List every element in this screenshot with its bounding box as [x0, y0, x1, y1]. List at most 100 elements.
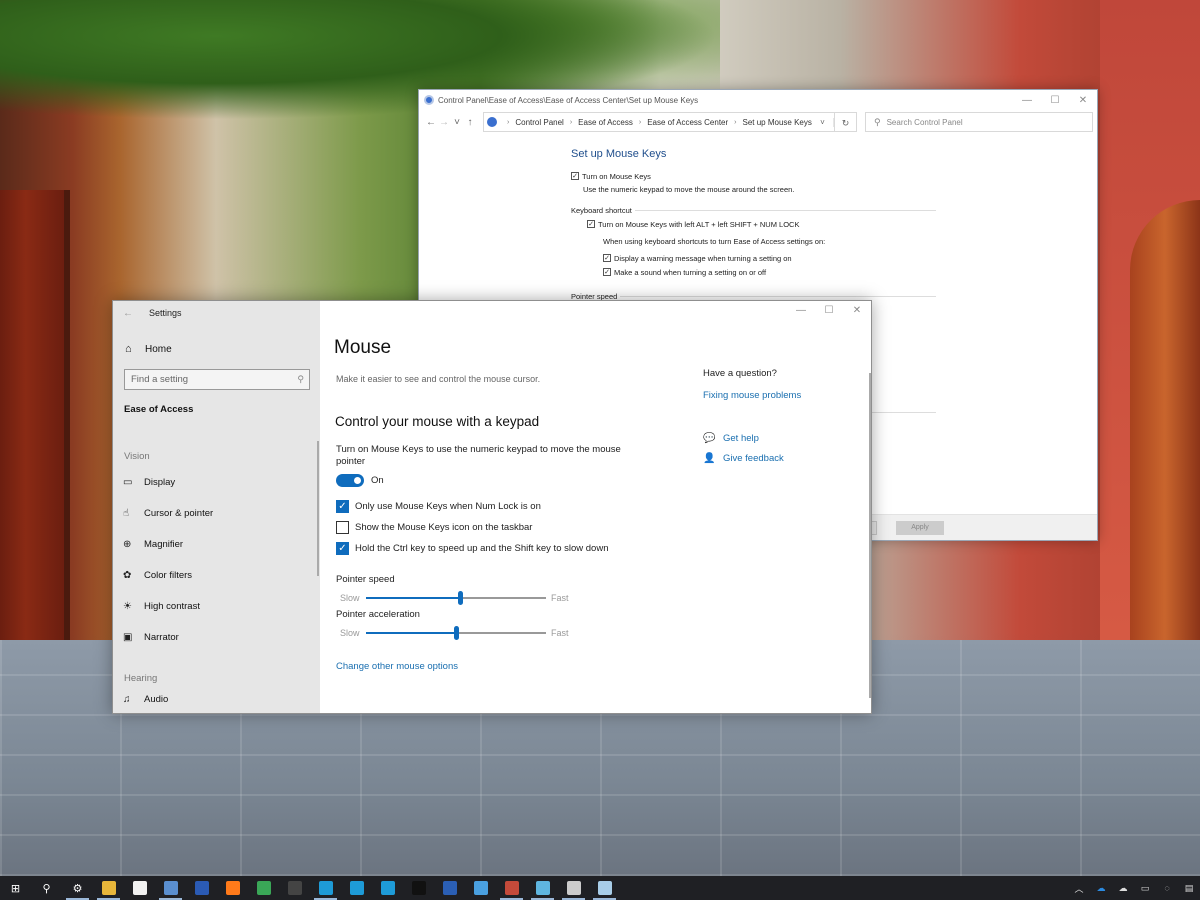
checkbox-box: ✓: [336, 542, 349, 555]
onedrive-personal-icon[interactable]: ☁: [1112, 883, 1134, 894]
control-panel-search-input[interactable]: ⚲ Search Control Panel: [865, 112, 1093, 132]
minimize-button[interactable]: —: [1013, 95, 1041, 106]
minimize-button[interactable]: —: [787, 301, 815, 321]
sidebar-scrollbar[interactable]: [317, 441, 319, 576]
make-sound-checkbox[interactable]: ✓ Make a sound when turning a setting on…: [603, 265, 936, 279]
sidebar-item-high-contrast[interactable]: ☀ High contrast: [113, 591, 320, 622]
home-icon: ⌂: [125, 343, 132, 355]
breadcrumb-ease-of-access-center[interactable]: Ease of Access Center: [647, 118, 728, 127]
pointer-speed-slider[interactable]: Slow Fast: [340, 591, 572, 605]
edge-dev-icon[interactable]: [372, 876, 403, 900]
mouse-keys-toggle[interactable]: [336, 474, 364, 487]
pointer-acceleration-slider[interactable]: Slow Fast: [340, 626, 572, 640]
up-arrow-icon[interactable]: ↑: [464, 117, 476, 128]
breadcrumb-ease-of-access[interactable]: Ease of Access: [578, 118, 633, 127]
chrome-icon[interactable]: [248, 876, 279, 900]
pointer-speed-label: Pointer speed: [336, 574, 395, 585]
toggle-knob: [354, 477, 361, 484]
photos-icon[interactable]: [155, 876, 186, 900]
page-title: Mouse: [334, 337, 392, 358]
command-prompt-icon[interactable]: [403, 876, 434, 900]
sidebar-item-magnifier[interactable]: ⊕ Magnifier: [113, 529, 320, 560]
sidebar-item-cursor-pointer[interactable]: ☝ Cursor & pointer: [113, 498, 320, 529]
find-setting-input[interactable]: Find a setting ⚲: [124, 369, 310, 390]
edge-beta-icon[interactable]: [341, 876, 372, 900]
cursor-pointer-icon: ☝: [123, 508, 130, 519]
control-panel-icon[interactable]: [496, 876, 527, 900]
display-warning-checkbox[interactable]: ✓ Display a warning message when turning…: [603, 251, 936, 265]
sidebar-item-home[interactable]: ⌂ Home: [113, 337, 320, 361]
sidebar-item-narrator[interactable]: ▣ Narrator: [113, 622, 320, 653]
turn-on-mouse-keys-checkbox[interactable]: ✓ Turn on Mouse Keys: [571, 169, 936, 183]
settings-titlebar: ← Settings: [113, 301, 320, 325]
printer-icon[interactable]: [558, 876, 589, 900]
network-icon[interactable]: ▭: [1134, 883, 1156, 894]
search-icon[interactable]: ⚲: [31, 876, 62, 900]
maximize-button[interactable]: ☐: [1041, 95, 1069, 106]
close-button[interactable]: ✕: [1069, 95, 1097, 106]
file-explorer-glyph: [101, 881, 116, 895]
show-taskbar-icon-checkbox[interactable]: Show the Mouse Keys icon on the taskbar: [336, 521, 532, 534]
address-bar[interactable]: › Control Panel › Ease of Access › Ease …: [483, 112, 835, 132]
checkbox-label: Hold the Ctrl key to speed up and the Sh…: [355, 543, 609, 554]
link-label: Give feedback: [723, 453, 784, 464]
sidebar-item-display[interactable]: ▭ Display: [113, 467, 320, 498]
recent-locations-chevron-icon[interactable]: ˅: [451, 117, 463, 128]
sidebar-section-vision: Vision: [124, 451, 150, 462]
store-icon[interactable]: [124, 876, 155, 900]
num-lock-checkbox[interactable]: ✓ Only use Mouse Keys when Num Lock is o…: [336, 500, 541, 513]
breadcrumb-control-panel[interactable]: Control Panel: [515, 118, 563, 127]
firefox-icon[interactable]: [217, 876, 248, 900]
back-arrow-icon[interactable]: ←: [425, 117, 437, 128]
sidebar-item-label: Narrator: [144, 632, 179, 643]
control-panel-logo-icon: [424, 95, 434, 105]
slider-thumb[interactable]: [457, 591, 463, 605]
remote-desktop-icon[interactable]: [527, 876, 558, 900]
slider-max-label: Fast: [551, 593, 569, 603]
mouse-keys-description: Use the numeric keypad to move the mouse…: [583, 185, 795, 194]
maximize-button[interactable]: ☐: [815, 301, 843, 321]
back-arrow-icon[interactable]: ←: [113, 308, 143, 319]
word-icon[interactable]: [186, 876, 217, 900]
start-icon[interactable]: ⊞: [0, 876, 31, 900]
edge-glyph: [318, 881, 333, 895]
content-scrollbar[interactable]: [869, 373, 871, 698]
edge-icon[interactable]: [310, 876, 341, 900]
get-help-link[interactable]: 💬 Get help: [703, 433, 759, 444]
slider-track[interactable]: [366, 626, 546, 640]
change-other-mouse-options-link[interactable]: Change other mouse options: [336, 661, 458, 672]
sidebar-item-color-filters[interactable]: ✿ Color filters: [113, 560, 320, 591]
photos-viewer-icon[interactable]: [465, 876, 496, 900]
link-label: Get help: [723, 433, 759, 444]
command-prompt-glyph: [411, 881, 426, 895]
file-explorer-icon[interactable]: [93, 876, 124, 900]
settings-app-icon[interactable]: ⚙: [62, 876, 93, 900]
panel-heading: Set up Mouse Keys: [571, 148, 667, 160]
close-button[interactable]: ✕: [843, 301, 871, 321]
action-center-icon[interactable]: ▤: [1178, 883, 1200, 894]
sidebar-item-audio[interactable]: ♫ Audio: [113, 685, 320, 705]
section-title: Control your mouse with a keypad: [335, 414, 540, 429]
address-dropdown-chevron-icon[interactable]: ˅: [812, 117, 834, 127]
group-divider: [634, 209, 936, 211]
taskbar: ⊞ ⚲ ⚙ ︿ ☁ ☁ ▭ ◌ ▤: [0, 876, 1200, 900]
forward-arrow-icon[interactable]: →: [438, 117, 450, 128]
volume-icon[interactable]: ◌: [1156, 883, 1178, 893]
breadcrumb-separator: ›: [569, 118, 573, 126]
apply-button[interactable]: Apply: [896, 521, 944, 535]
ctrl-shift-speed-checkbox[interactable]: ✓ Hold the Ctrl key to speed up and the …: [336, 542, 608, 555]
shortcut-checkbox[interactable]: ✓ Turn on Mouse Keys with left ALT + lef…: [587, 217, 936, 231]
powershell-icon[interactable]: [434, 876, 465, 900]
slider-track[interactable]: [366, 591, 546, 605]
fixing-mouse-problems-link[interactable]: Fixing mouse problems: [703, 390, 801, 401]
breadcrumb-set-up-mouse-keys[interactable]: Set up Mouse Keys: [743, 118, 812, 127]
show-hidden-icons-chevron[interactable]: ︿: [1068, 882, 1090, 895]
powershell-glyph: [442, 881, 457, 895]
refresh-icon[interactable]: ↻: [835, 112, 857, 132]
give-feedback-link[interactable]: 👤 Give feedback: [703, 453, 784, 464]
search-placeholder: Search Control Panel: [886, 117, 963, 127]
notepad-icon[interactable]: [589, 876, 620, 900]
terminal-icon[interactable]: [279, 876, 310, 900]
onedrive-icon[interactable]: ☁: [1090, 883, 1112, 894]
slider-thumb[interactable]: [454, 626, 459, 640]
